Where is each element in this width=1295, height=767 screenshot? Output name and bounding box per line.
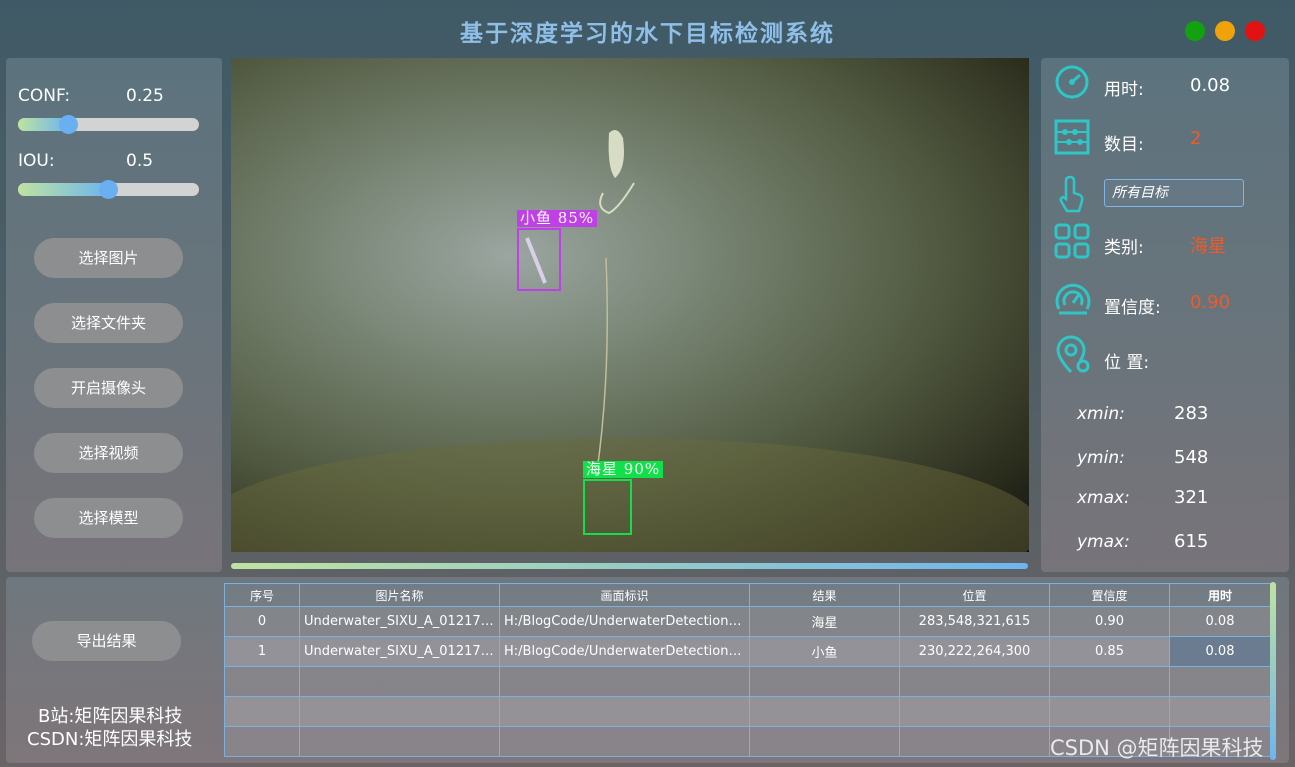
grid-category-icon (1054, 223, 1090, 259)
table-cell[interactable] (224, 696, 300, 727)
table-cell[interactable]: Underwater_SIXU_A_01217.jpg (299, 636, 500, 667)
select-video-button[interactable]: 选择视频 (34, 433, 183, 473)
select-image-button[interactable]: 选择图片 (34, 238, 183, 278)
select-folder-button[interactable]: 选择文件夹 (34, 303, 183, 343)
table-cell[interactable]: 0.08 (1169, 606, 1271, 637)
window-title: 基于深度学习的水下目标检测系统 (460, 20, 835, 47)
table-row[interactable] (224, 666, 1271, 697)
ymin-value: 548 (1174, 447, 1209, 468)
detection-label-starfish: 海星 90% (583, 461, 664, 478)
table-cell[interactable] (299, 726, 500, 757)
position-label: 位 置: (1104, 353, 1150, 373)
table-cell[interactable] (1169, 696, 1271, 727)
minimize-button[interactable] (1215, 21, 1235, 41)
table-cell[interactable] (899, 666, 1050, 697)
table-row[interactable]: 1 Underwater_SIXU_A_01217.jpg H:/BlogCod… (224, 636, 1271, 667)
iou-slider-fill (18, 183, 109, 196)
target-select[interactable]: 所有目标 (1104, 179, 1244, 207)
iou-slider[interactable] (18, 180, 199, 199)
table-cell[interactable]: 海星 (749, 606, 900, 637)
speedometer-icon (1055, 65, 1089, 99)
table-cell[interactable] (899, 696, 1050, 727)
xmin-label: xmin: (1077, 404, 1125, 424)
table-cell[interactable]: Underwater_SIXU_A_01217.jpg (299, 606, 500, 637)
detection-box-fish (517, 228, 561, 291)
table-cell[interactable] (1169, 666, 1271, 697)
xmax-label: xmax: (1077, 488, 1130, 508)
conf-slider-handle[interactable] (58, 115, 78, 134)
table-cell[interactable]: 0.85 (1049, 636, 1170, 667)
class-label: 类别: (1104, 238, 1144, 258)
table-cell[interactable]: 小鱼 (749, 636, 900, 667)
watermark: CSDN @矩阵因果科技 (1050, 736, 1264, 760)
table-cell[interactable] (299, 696, 500, 727)
iou-value: 0.5 (126, 151, 154, 171)
table-cell[interactable]: 230,222,264,300 (899, 636, 1050, 667)
iou-slider-handle[interactable] (99, 180, 118, 199)
results-table: 序号 图片名称 画面标识 结果 位置 置信度 用时 0 Underwater_S… (224, 583, 1271, 757)
table-cell[interactable] (899, 726, 1050, 757)
count-value: 2 (1190, 128, 1202, 149)
column-header-image-name[interactable]: 图片名称 (299, 583, 500, 607)
table-cell[interactable] (749, 696, 900, 727)
detection-label-fish: 小鱼 85% (517, 210, 598, 227)
table-cell[interactable] (1049, 666, 1170, 697)
csdn-credit: CSDN:矩阵因果科技 (27, 729, 193, 750)
column-header-position[interactable]: 位置 (899, 583, 1050, 607)
conf-slider[interactable] (18, 115, 199, 134)
export-results-button[interactable]: 导出结果 (32, 621, 181, 661)
xmax-value: 321 (1174, 487, 1209, 508)
table-cell[interactable]: H:/BlogCode/UnderwaterDetection/t... (499, 606, 750, 637)
maximize-button[interactable] (1185, 21, 1205, 41)
table-cell[interactable] (499, 666, 750, 697)
progress-bar (231, 563, 1028, 569)
confidence-label: 置信度: (1104, 298, 1161, 318)
table-scrollbar[interactable] (1270, 582, 1276, 760)
table-cell[interactable]: 0.90 (1049, 606, 1170, 637)
table-cell[interactable] (224, 666, 300, 697)
table-cell-selected[interactable]: 0.08 (1169, 636, 1271, 667)
gauge-icon (1055, 283, 1091, 315)
conf-value: 0.25 (126, 86, 164, 106)
table-cell[interactable] (749, 666, 900, 697)
count-label: 数目: (1104, 135, 1144, 155)
class-value: 海星 (1190, 236, 1226, 257)
column-header-index[interactable]: 序号 (224, 583, 300, 607)
abacus-icon (1054, 119, 1090, 155)
iou-label: IOU: (18, 151, 55, 171)
table-cell[interactable] (749, 726, 900, 757)
open-camera-button[interactable]: 开启摄像头 (34, 368, 183, 408)
select-model-button[interactable]: 选择模型 (34, 498, 183, 538)
table-header-row: 序号 图片名称 画面标识 结果 位置 置信度 用时 (224, 583, 1271, 607)
table-cell[interactable]: H:/BlogCode/UnderwaterDetection/t... (499, 636, 750, 667)
confidence-value: 0.90 (1190, 292, 1231, 313)
table-cell[interactable] (224, 726, 300, 757)
conf-label: CONF: (18, 86, 71, 106)
table-cell[interactable]: 0 (224, 606, 300, 637)
column-header-confidence[interactable]: 置信度 (1049, 583, 1170, 607)
table-cell[interactable] (299, 666, 500, 697)
time-value: 0.08 (1190, 75, 1231, 96)
pointer-hand-icon (1059, 175, 1084, 213)
table-cell[interactable]: 1 (224, 636, 300, 667)
table-cell[interactable] (1049, 696, 1170, 727)
table-row[interactable]: 0 Underwater_SIXU_A_01217.jpg H:/BlogCod… (224, 606, 1271, 637)
column-header-result[interactable]: 结果 (749, 583, 900, 607)
location-pin-icon (1056, 335, 1090, 374)
detection-image-viewer: 小鱼 85% 海星 90% (231, 58, 1029, 552)
close-button[interactable] (1245, 21, 1265, 41)
column-header-source[interactable]: 画面标识 (499, 583, 750, 607)
time-label: 用时: (1104, 80, 1144, 100)
ymin-label: ymin: (1077, 448, 1125, 468)
table-cell[interactable]: 283,548,321,615 (899, 606, 1050, 637)
table-row[interactable] (224, 696, 1271, 727)
column-header-time[interactable]: 用时 (1169, 583, 1271, 607)
ymax-label: ymax: (1077, 532, 1130, 552)
table-cell[interactable] (499, 726, 750, 757)
detection-box-starfish (583, 479, 632, 535)
ymax-value: 615 (1174, 531, 1209, 552)
xmin-value: 283 (1174, 403, 1209, 424)
table-cell[interactable] (499, 696, 750, 727)
